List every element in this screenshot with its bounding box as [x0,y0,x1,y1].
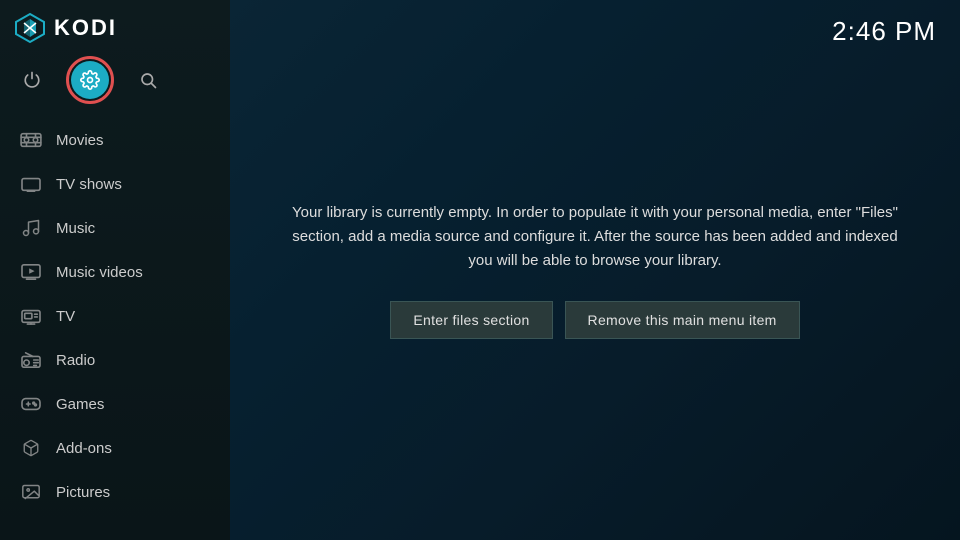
settings-active-border [66,56,114,104]
library-empty-message: Your library is currently empty. In orde… [230,0,960,540]
sidebar-header: KODI [0,0,230,56]
sidebar-item-movies-label: Movies [56,132,104,149]
search-button[interactable] [130,62,166,98]
sidebar-item-music-videos-label: Music videos [56,264,143,281]
sidebar-item-tv-shows-label: TV shows [56,176,122,193]
library-description: Your library is currently empty. In orde… [290,201,900,273]
sidebar-item-games-label: Games [56,396,104,413]
power-button[interactable] [14,62,50,98]
addons-icon [20,437,42,459]
app-title: KODI [54,15,117,41]
tv-icon [20,305,42,327]
sidebar-item-music-label: Music [56,220,95,237]
sidebar-item-pictures[interactable]: Pictures [0,470,230,514]
pictures-icon [20,481,42,503]
sidebar-item-tv[interactable]: TV [0,294,230,338]
sidebar-item-music-videos[interactable]: Music videos [0,250,230,294]
kodi-logo-icon [14,12,46,44]
kodi-logo: KODI [14,12,117,44]
top-actions [0,56,230,114]
sidebar-item-radio[interactable]: Radio [0,338,230,382]
radio-icon [20,349,42,371]
main-content: 2:46 PM Your library is currently empty.… [230,0,960,540]
games-icon [20,393,42,415]
sidebar-item-music[interactable]: Music [0,206,230,250]
sidebar-item-games[interactable]: Games [0,382,230,426]
sidebar-item-pictures-label: Pictures [56,484,110,501]
musicvideos-icon [20,261,42,283]
library-action-buttons: Enter files section Remove this main men… [390,301,799,339]
clock: 2:46 PM [832,16,936,47]
sidebar-item-tv-shows[interactable]: TV shows [0,162,230,206]
sidebar-item-tv-label: TV [56,308,75,325]
sidebar-item-radio-label: Radio [56,352,95,369]
remove-menu-item-button[interactable]: Remove this main menu item [565,301,800,339]
settings-button[interactable] [71,61,109,99]
sidebar: KODI [0,0,230,540]
tvshows-icon [20,173,42,195]
sidebar-item-movies[interactable]: Movies [0,118,230,162]
enter-files-button[interactable]: Enter files section [390,301,552,339]
movies-icon [20,129,42,151]
nav-menu: Movies TV shows Music [0,114,230,514]
sidebar-item-add-ons[interactable]: Add-ons [0,426,230,470]
music-icon [20,217,42,239]
sidebar-item-add-ons-label: Add-ons [56,440,112,457]
